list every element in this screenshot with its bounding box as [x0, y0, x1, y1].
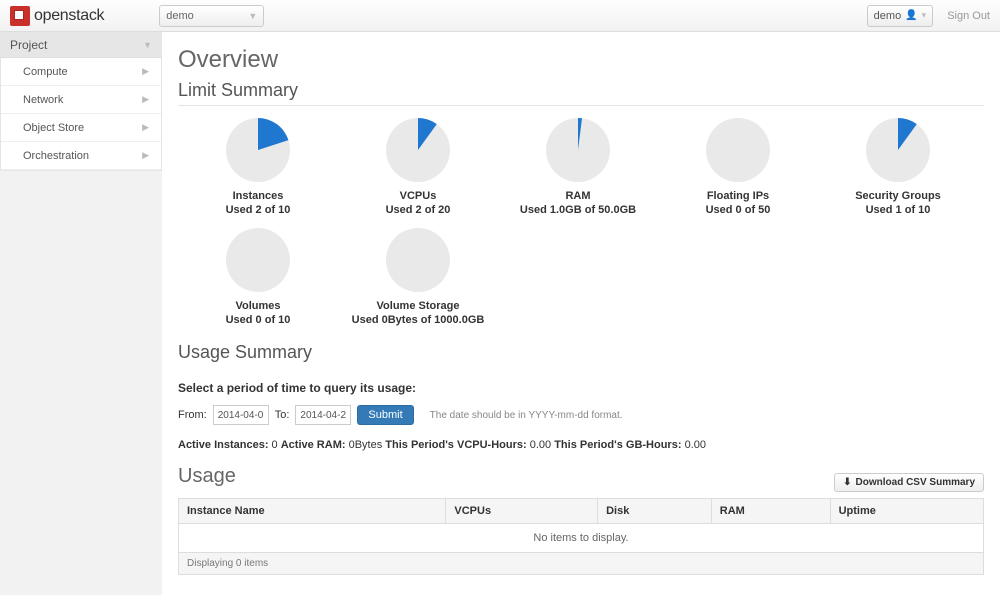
caret-down-icon: ▼	[248, 11, 257, 21]
sidebar-item-compute[interactable]: Compute ▶	[1, 58, 161, 86]
sidebar-section-project[interactable]: Project ▼	[0, 32, 162, 58]
main-content: Overview Limit Summary Instances Used 2 …	[162, 32, 1000, 595]
limit-label: Floating IPs	[658, 190, 818, 202]
table-header[interactable]: Uptime	[830, 499, 983, 524]
limit-label: Instances	[178, 190, 338, 202]
download-csv-button[interactable]: ⬇ Download CSV Summary	[834, 473, 984, 492]
limit-label: VCPUs	[338, 190, 498, 202]
date-format-hint: The date should be in YYYY-mm-dd format.	[430, 410, 623, 421]
limit-value: Used 0 of 10	[178, 314, 338, 326]
from-date-input[interactable]	[213, 405, 269, 425]
limit-value: Used 2 of 10	[178, 204, 338, 216]
brand-text: openstack	[34, 7, 104, 25]
limit-label: Security Groups	[818, 190, 978, 202]
sidebar-item-orchestration[interactable]: Orchestration ▶	[1, 142, 161, 170]
topbar: openstack demo ▼ demo 👤 ▾ Sign Out	[0, 0, 1000, 32]
limit-value: Used 0 of 50	[658, 204, 818, 216]
limit-card: Floating IPs Used 0 of 50	[658, 116, 818, 216]
chevron-right-icon: ▶	[142, 150, 149, 161]
sidebar-item-label: Orchestration	[23, 150, 89, 162]
to-date-input[interactable]	[295, 405, 351, 425]
limit-pie-chart	[704, 116, 772, 184]
limit-value: Used 2 of 20	[338, 204, 498, 216]
table-header[interactable]: Instance Name	[179, 499, 446, 524]
limit-label: Volume Storage	[338, 300, 498, 312]
limit-pie-chart	[544, 116, 612, 184]
table-header[interactable]: Disk	[598, 499, 712, 524]
table-header[interactable]: VCPUs	[446, 499, 598, 524]
download-icon: ⬇	[843, 477, 851, 488]
limit-card: RAM Used 1.0GB of 50.0GB	[498, 116, 658, 216]
signout-link[interactable]: Sign Out	[947, 10, 990, 22]
submit-button[interactable]: Submit	[357, 405, 413, 425]
usage-summary-heading: Usage Summary	[178, 342, 984, 367]
to-label: To:	[275, 409, 290, 421]
user-icon: 👤	[905, 10, 917, 21]
limit-card: Volumes Used 0 of 10	[178, 226, 338, 326]
limit-label: RAM	[498, 190, 658, 202]
table-footer: Displaying 0 items	[178, 553, 984, 575]
limits-row: Instances Used 2 of 10 VCPUs Used 2 of 2…	[178, 116, 984, 336]
limit-pie-chart	[384, 226, 452, 294]
download-csv-label: Download CSV Summary	[856, 477, 975, 488]
usage-stats: Active Instances: 0 Active RAM: 0Bytes T…	[178, 439, 984, 451]
chevron-right-icon: ▶	[142, 94, 149, 105]
limit-pie-chart	[864, 116, 932, 184]
usage-table-heading: Usage	[178, 465, 236, 492]
limit-value: Used 1.0GB of 50.0GB	[498, 204, 658, 216]
limit-card: Volume Storage Used 0Bytes of 1000.0GB	[338, 226, 498, 326]
table-empty-row: No items to display.	[179, 524, 984, 553]
limit-value: Used 0Bytes of 1000.0GB	[338, 314, 498, 326]
page-title: Overview	[178, 46, 984, 74]
limit-card: Security Groups Used 1 of 10	[818, 116, 978, 216]
usage-table: Instance NameVCPUsDiskRAMUptime No items…	[178, 498, 984, 553]
limit-card: Instances Used 2 of 10	[178, 116, 338, 216]
sidebar-item-label: Network	[23, 94, 63, 106]
limit-pie-chart	[224, 226, 292, 294]
sidebar: Project ▼ Compute ▶ Network ▶ Object Sto…	[0, 32, 162, 595]
date-query-form: From: To: Submit The date should be in Y…	[178, 405, 984, 425]
openstack-icon	[10, 6, 30, 26]
from-label: From:	[178, 409, 207, 421]
brand-logo[interactable]: openstack	[10, 6, 104, 26]
user-menu[interactable]: demo 👤 ▾	[867, 5, 934, 27]
limit-value: Used 1 of 10	[818, 204, 978, 216]
chevron-right-icon: ▶	[142, 122, 149, 133]
project-selector[interactable]: demo ▼	[159, 5, 264, 27]
user-menu-label: demo	[874, 10, 902, 22]
chevron-right-icon: ▶	[142, 66, 149, 77]
sidebar-item-label: Compute	[23, 66, 68, 78]
project-selector-value: demo	[166, 10, 194, 22]
caret-down-icon: ▼	[143, 40, 152, 50]
sidebar-item-label: Object Store	[23, 122, 84, 134]
limit-card: VCPUs Used 2 of 20	[338, 116, 498, 216]
limit-label: Volumes	[178, 300, 338, 312]
limit-pie-chart	[384, 116, 452, 184]
sidebar-item-object-store[interactable]: Object Store ▶	[1, 114, 161, 142]
query-prompt: Select a period of time to query its usa…	[178, 381, 984, 395]
caret-down-icon: ▾	[922, 10, 927, 21]
sidebar-section-label: Project	[10, 38, 47, 52]
limit-pie-chart	[224, 116, 292, 184]
sidebar-item-network[interactable]: Network ▶	[1, 86, 161, 114]
table-header[interactable]: RAM	[711, 499, 830, 524]
limit-summary-heading: Limit Summary	[178, 80, 984, 106]
